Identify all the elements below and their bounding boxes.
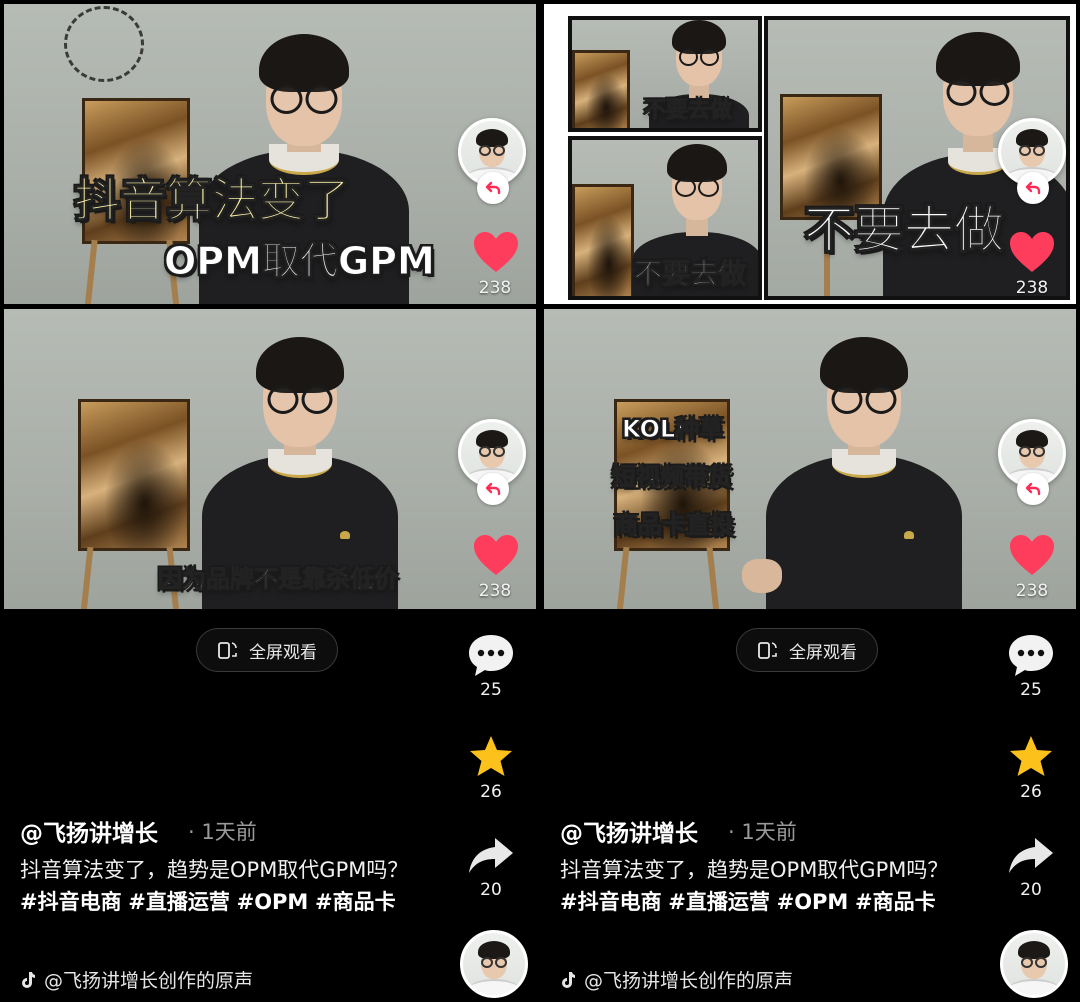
like-button[interactable] (470, 529, 522, 581)
hashtag[interactable]: #商品卡 (315, 890, 396, 914)
video-frame-1[interactable]: 抖音算法变了 OPM取代GPM 238 (4, 4, 536, 304)
caption-line-1: 因为品牌不是靠杀低价 (158, 565, 399, 594)
screenshot-collage: 抖音算法变了 OPM取代GPM 238 不要去做 不要去做 不要去做 238 因… (0, 0, 1080, 1002)
music-label: @飞扬讲增长创作的原声 (44, 970, 254, 992)
comment-count: 25 (480, 680, 502, 700)
follow-button[interactable] (1017, 473, 1049, 505)
share-button[interactable] (1006, 830, 1056, 880)
follow-button[interactable] (477, 172, 509, 204)
caption-line-2: OPM取代GPM (164, 239, 436, 284)
hashtag[interactable]: #OPM (777, 890, 849, 914)
like-button[interactable] (1006, 226, 1058, 278)
presenter-hand (742, 559, 782, 593)
heart-icon (474, 232, 518, 272)
follow-return-icon (1025, 482, 1041, 496)
like-count: 238 (1015, 581, 1049, 601)
heart-icon (1010, 535, 1054, 575)
music-disc-avatar[interactable] (1000, 930, 1068, 998)
like-count: 238 (1015, 278, 1049, 298)
share-count: 20 (1020, 880, 1042, 900)
heart-icon (474, 535, 518, 575)
star-icon (470, 736, 512, 776)
music-disc-avatar[interactable] (460, 930, 528, 998)
easel-leg (80, 546, 94, 609)
music-info[interactable]: @飞扬讲增长创作的原声 (20, 966, 253, 993)
comment-bubble-icon (1009, 635, 1053, 676)
post-time: · 1天前 (728, 820, 797, 844)
tiktok-note-icon (562, 971, 575, 988)
comment-count: 25 (1020, 680, 1042, 700)
favorite-count: 26 (1020, 782, 1042, 802)
easel-painting (78, 399, 190, 551)
post-description: 抖音算法变了，趋势是OPM取代GPM吗？ #抖音电商 #直播运营 #OPM #商… (20, 854, 410, 918)
fullscreen-button[interactable]: 全屏观看 (196, 628, 338, 672)
favorite-button[interactable] (466, 732, 516, 782)
music-info[interactable]: @飞扬讲增长创作的原声 (560, 966, 793, 993)
heart-icon (1010, 232, 1054, 272)
caption-line-1: 抖音算法变了 (74, 173, 351, 228)
follow-button[interactable] (477, 473, 509, 505)
comment-button[interactable] (466, 630, 516, 680)
follow-return-icon (485, 482, 501, 496)
description-text: 抖音算法变了，趋势是OPM取代GPM吗？ (560, 858, 949, 882)
share-count: 20 (480, 880, 502, 900)
video-frame-3[interactable]: 因为品牌不是靠杀低价 238 (4, 309, 536, 609)
comic-panel-top-left: 不要去做 (568, 16, 762, 132)
hashtag[interactable]: #直播运营 (128, 890, 230, 914)
comment-button[interactable] (1006, 630, 1056, 680)
author-name[interactable]: @飞扬讲增长 (560, 814, 698, 848)
favorite-count: 26 (480, 782, 502, 802)
hashtag[interactable]: #OPM (237, 890, 309, 914)
caption-panel-a: 不要去做 (643, 98, 733, 124)
share-arrow-icon (1009, 838, 1053, 873)
caption-line-1: KOL种草 (621, 415, 724, 444)
like-button[interactable] (1006, 529, 1058, 581)
fullscreen-label: 全屏观看 (789, 642, 857, 663)
comment-bubble-icon (469, 635, 513, 676)
easel-leg (706, 546, 720, 609)
fullscreen-rotate-icon (218, 642, 237, 659)
caption-line-3: 商品卡直投 (614, 511, 735, 540)
easel-leg (616, 546, 630, 609)
follow-return-icon (1025, 181, 1041, 195)
like-count: 238 (478, 278, 512, 298)
caption-panel-b: 不要去做 (633, 257, 747, 291)
caption-line-2: 短视频带货 (612, 463, 733, 492)
star-icon (1010, 736, 1052, 776)
fullscreen-rotate-icon (758, 642, 777, 659)
share-arrow-icon (469, 838, 513, 873)
tiktok-note-icon (22, 971, 35, 988)
comic-panel-bottom-left: 不要去做 (568, 136, 762, 300)
hashtag[interactable]: #商品卡 (855, 890, 936, 914)
caption-panel-c: 不要去做 (804, 201, 1005, 260)
follow-button[interactable] (1017, 172, 1049, 204)
hashtag[interactable]: #抖音电商 (20, 890, 122, 914)
share-button[interactable] (466, 830, 516, 880)
follow-return-icon (485, 181, 501, 195)
fullscreen-button[interactable]: 全屏观看 (736, 628, 878, 672)
music-label: @飞扬讲增长创作的原声 (584, 970, 794, 992)
favorite-button[interactable] (1006, 732, 1056, 782)
description-text: 抖音算法变了，趋势是OPM取代GPM吗？ (20, 858, 409, 882)
wall-decoration (64, 6, 144, 82)
post-time: · 1天前 (188, 820, 257, 844)
fullscreen-label: 全屏观看 (249, 642, 317, 663)
easel-leg (84, 239, 98, 304)
video-frame-2[interactable]: 不要去做 不要去做 不要去做 238 (544, 4, 1076, 304)
author-name[interactable]: @飞扬讲增长 (20, 814, 158, 848)
video-frame-4[interactable]: KOL种草 短视频带货 商品卡直投 238 (544, 309, 1076, 609)
like-count: 238 (478, 581, 512, 601)
hashtag[interactable]: #抖音电商 (560, 890, 662, 914)
post-description: 抖音算法变了，趋势是OPM取代GPM吗？ #抖音电商 #直播运营 #OPM #商… (560, 854, 950, 918)
hashtag[interactable]: #直播运营 (668, 890, 770, 914)
like-button[interactable] (470, 226, 522, 278)
